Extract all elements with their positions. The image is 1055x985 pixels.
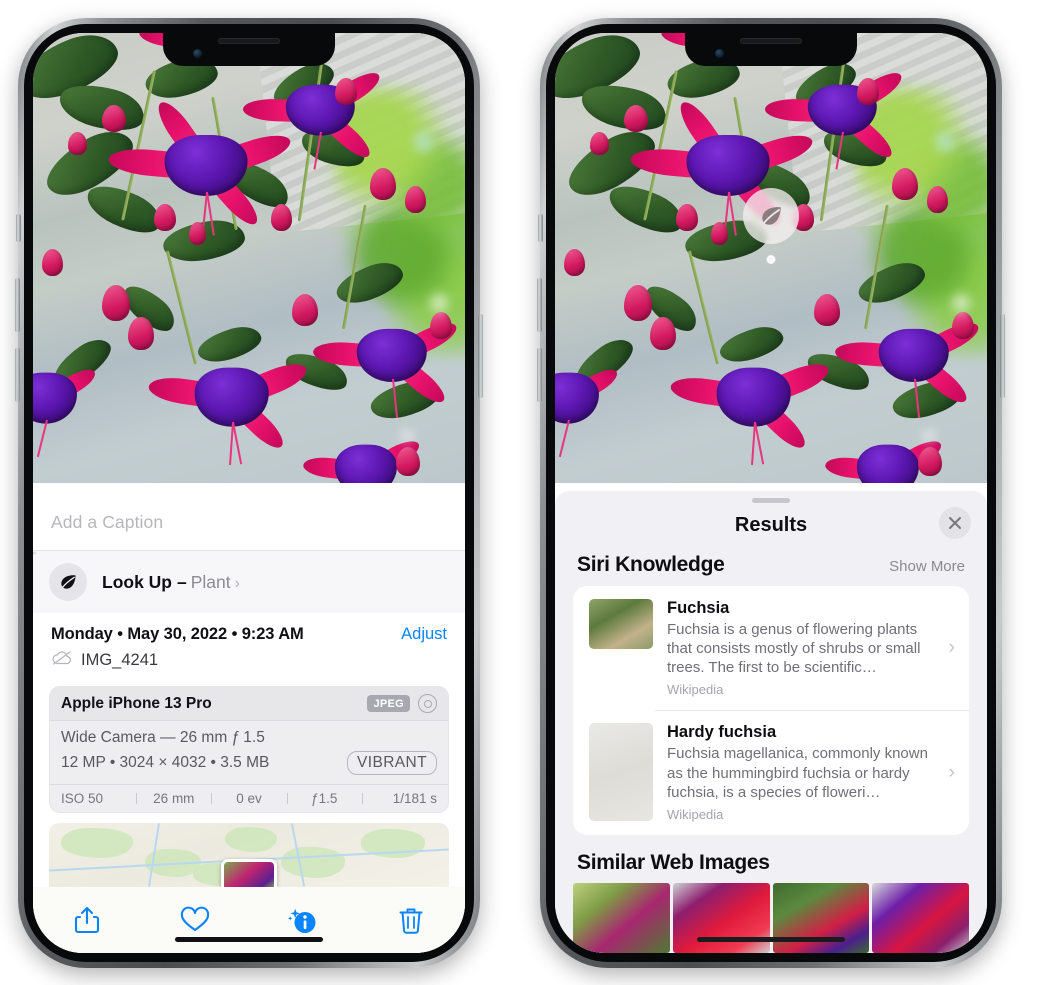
camera-size-line: 12 MP • 3024 × 4032 • 3.5 MB [61,754,270,771]
web-image-thumbnail[interactable] [672,883,770,953]
camera-device: Apple iPhone 13 Pro [61,694,212,712]
earpiece-speaker [740,38,802,44]
share-icon[interactable] [70,903,104,937]
camera-info-card[interactable]: Apple iPhone 13 Pro JPEG Wide Camera — 2… [49,686,449,813]
photo-info-sheet: Add a Caption ✦ ✦ Look Up–Plant› [33,495,465,953]
exif-focal: 26 mm [136,791,211,806]
leaf-icon [762,207,781,225]
volume-up-button[interactable] [15,278,20,332]
knowledge-description: Fuchsia is a genus of flowering plants t… [667,620,921,677]
knowledge-row[interactable]: Fuchsia Fuchsia is a genus of flowering … [573,586,969,711]
caption-field[interactable]: Add a Caption [33,495,465,551]
knowledge-row[interactable]: Hardy fuchsia Fuchsia magellanica, commo… [573,710,969,835]
info-sparkle-icon[interactable] [286,903,320,937]
exif-aperture: ƒ1.5 [286,791,362,806]
power-button[interactable] [478,314,483,398]
photographic-style-badge: VIBRANT [347,751,437,775]
notch [163,33,335,66]
photo-toolbar [33,887,465,953]
chevron-right-icon: › [948,637,955,659]
left-phone: Add a Caption ✦ ✦ Look Up–Plant› [15,18,483,968]
chevron-right-icon: › [234,574,240,592]
knowledge-description: Fuchsia magellanica, commonly known as t… [667,745,928,801]
location-map[interactable] [49,823,449,887]
results-panel: Results Siri Knowledge Show More Fuchsia… [555,490,987,953]
power-button[interactable] [1000,314,1005,398]
siri-knowledge-header: Siri Knowledge Show More [555,549,987,586]
volume-up-button[interactable] [537,278,542,332]
knowledge-title: Hardy fuchsia [667,723,777,742]
heart-icon[interactable] [178,903,212,937]
right-screen: Results Siri Knowledge Show More Fuchsia… [555,33,987,953]
exif-iso: ISO 50 [61,791,104,806]
results-title: Results [734,514,808,537]
mute-switch[interactable] [538,214,543,242]
siri-knowledge-title: Siri Knowledge [577,552,725,576]
icloud-slash-icon [51,650,73,671]
front-camera [193,49,202,58]
chevron-right-icon: › [948,761,955,783]
look-up-dash: – [177,571,187,592]
left-screen: Add a Caption ✦ ✦ Look Up–Plant› [33,33,465,953]
web-images-strip[interactable] [555,883,987,953]
look-up-label: Look Up – Plant › [102,572,240,593]
close-icon[interactable] [939,506,971,539]
screenshot-stage: Add a Caption ✦ ✦ Look Up–Plant› [0,0,1055,985]
adjust-button[interactable]: Adjust [401,625,447,644]
web-image-thumbnail[interactable] [772,883,870,953]
mute-switch[interactable] [16,214,21,242]
leaf-icon [49,563,87,601]
camera-lens-line: Wide Camera — 26 mm ƒ 1.5 [61,729,265,746]
earpiece-speaker [218,38,280,44]
trash-icon[interactable] [394,903,428,937]
similar-web-images-header: Similar Web Images [555,835,987,883]
knowledge-source: Wikipedia [667,807,724,822]
photo-filename: IMG_4241 [81,651,159,669]
home-indicator[interactable] [175,937,323,942]
look-up-subject: Plant [190,571,231,592]
look-up-row[interactable]: ✦ ✦ Look Up–Plant› [33,546,465,613]
sparkle-icon: ✦ [33,544,37,564]
knowledge-title: Fuchsia [667,598,730,617]
home-indicator[interactable] [697,937,845,942]
web-image-thumbnail[interactable] [573,883,670,953]
exif-row: ISO 50 26 mm 0 ev ƒ1.5 1/181 s [50,784,448,812]
front-camera [715,49,724,58]
lens-icon [418,694,437,713]
knowledge-source: Wikipedia [667,682,724,698]
similar-web-images-title: Similar Web Images [577,851,770,874]
caption-placeholder: Add a Caption [51,512,164,532]
exif-shutter: 1/181 s [361,791,437,806]
notch [685,33,857,66]
web-image-thumbnail[interactable] [872,883,969,953]
knowledge-thumbnail [589,598,653,649]
format-badge: JPEG [367,695,410,712]
volume-down-button[interactable] [537,348,542,402]
look-up-title: Look Up [102,571,172,592]
siri-knowledge-card: Fuchsia Fuchsia is a genus of flowering … [573,585,969,835]
knowledge-thumbnail [589,723,653,822]
show-more-button[interactable]: Show More [889,558,965,575]
volume-down-button[interactable] [15,348,20,402]
look-up-bubble[interactable] [743,188,799,244]
right-phone: Results Siri Knowledge Show More Fuchsia… [537,18,1005,968]
photo-date: Monday • May 30, 2022 • 9:23 AM [51,625,304,643]
map-photo-pin [221,859,277,887]
photo-viewer[interactable] [33,33,465,483]
photo-metadata: Monday • May 30, 2022 • 9:23 AM Adjust I… [33,613,465,677]
exif-ev: 0 ev [211,791,286,806]
photo-viewer[interactable] [555,33,987,483]
look-up-anchor-dot [766,255,776,264]
